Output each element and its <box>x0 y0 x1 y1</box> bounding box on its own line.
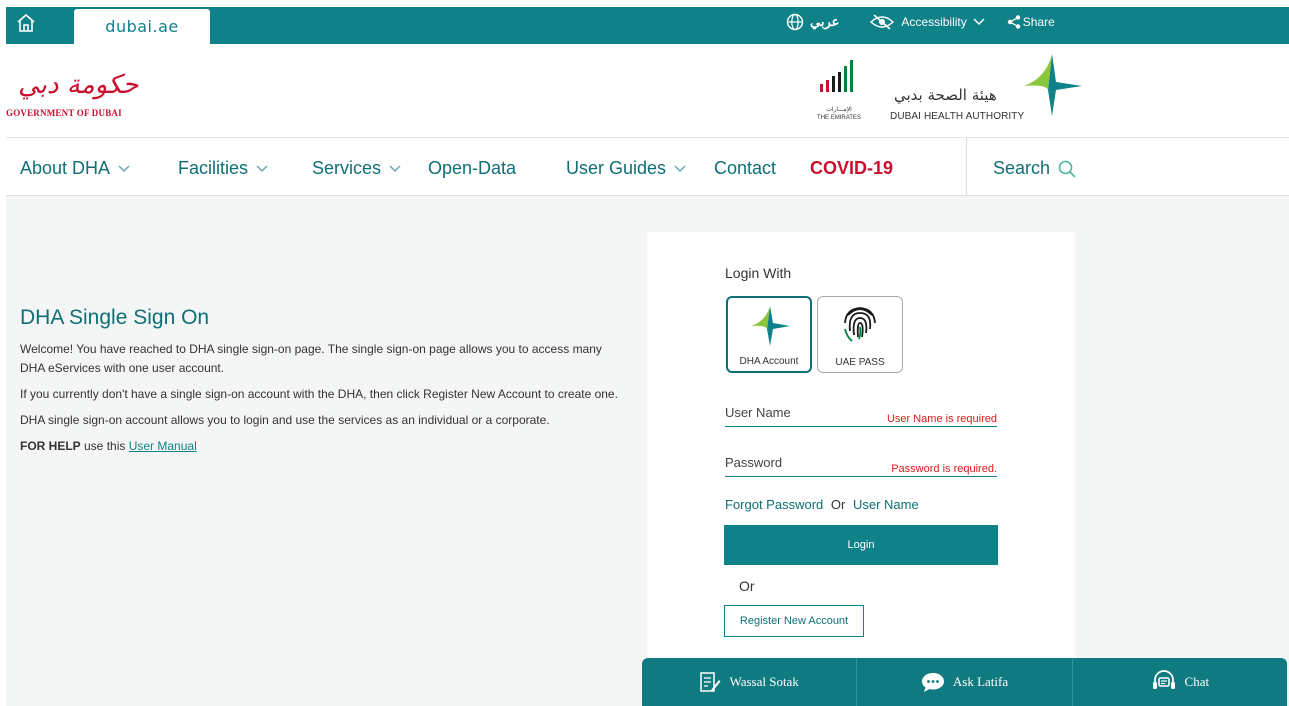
uae-emblem-icon <box>820 60 853 92</box>
nav-label: Services <box>312 158 382 178</box>
government-of-dubai-logo[interactable]: حكومة دبي GOVERNMENT OF DUBAI <box>6 70 146 130</box>
intro-paragraph: DHA single sign-on account allows you to… <box>20 413 550 427</box>
gov-logo-arabic: حكومة دبي <box>18 70 139 100</box>
arabic-label: عربي <box>810 14 840 29</box>
nav-covid-19[interactable]: COVID-19 <box>810 158 893 179</box>
nav-label: Contact <box>714 158 777 178</box>
uae-pass-option[interactable]: UAE PASS <box>817 296 903 373</box>
search-icon <box>1058 160 1076 178</box>
dubai-health-authority-logo[interactable]: هيئة الصحة بدبي DUBAI HEALTH AUTHORITY <box>886 54 1086 128</box>
accessibility-label: Accessibility <box>901 15 967 29</box>
top-utility-bar: dubai.ae عربي Accessibility Share <box>6 0 1289 44</box>
nav-divider <box>966 138 967 196</box>
nav-open-data[interactable]: Open-Data <box>428 158 516 179</box>
nav-user-guides[interactable]: User Guides <box>566 158 686 179</box>
forgot-username-link[interactable]: User Name <box>853 497 919 512</box>
headset-chat-icon <box>1152 670 1175 689</box>
username-input[interactable] <box>725 405 875 420</box>
search-button[interactable]: Search <box>993 158 1076 179</box>
uae-logo-english: THE EMIRATES <box>817 115 861 121</box>
document-edit-icon <box>700 672 721 692</box>
nav-label: Open-Data <box>428 158 517 178</box>
dha-logo-english: DUBAI HEALTH AUTHORITY <box>890 111 1025 122</box>
share-icon <box>1007 15 1020 29</box>
chat-label: Chat <box>1184 674 1210 689</box>
nav-services[interactable]: Services <box>312 158 401 179</box>
chat-button[interactable]: Chat <box>1073 658 1287 706</box>
chevron-down-icon <box>973 18 985 26</box>
wassal-sotak-button[interactable]: Wassal Sotak <box>642 658 858 706</box>
the-emirates-logo: الإمـــارات THE EMIRATES <box>812 58 866 128</box>
nav-label: COVID-19 <box>810 158 894 178</box>
ask-latifa-button[interactable]: Ask Latifa <box>857 658 1073 706</box>
gov-logo-english: GOVERNMENT OF DUBAI <box>6 108 122 118</box>
login-card: Login With DHA Account UAE PASS User Nam… <box>647 232 1075 706</box>
intro-section: DHA Single Sign On Welcome! You have rea… <box>20 306 620 463</box>
chevron-down-icon <box>674 164 686 172</box>
dubai-ae-label: dubai.ae <box>105 17 179 36</box>
home-icon[interactable] <box>12 9 40 37</box>
or-separator: Or <box>739 578 755 594</box>
dha-logo-arabic: هيئة الصحة بدبي <box>894 86 997 104</box>
chat-bubble-icon <box>921 673 944 692</box>
language-toggle[interactable]: عربي <box>786 13 839 31</box>
nav-facilities[interactable]: Facilities <box>178 158 268 179</box>
login-with-label: Login With <box>725 265 792 281</box>
dubai-ae-tab[interactable]: dubai.ae <box>74 9 210 44</box>
header: حكومة دبي GOVERNMENT OF DUBAI الإمـــارا… <box>6 44 1289 137</box>
password-input[interactable] <box>725 455 875 470</box>
dha-account-label: DHA Account <box>739 356 799 367</box>
password-field[interactable]: Password is required. <box>725 455 997 477</box>
register-new-account-button[interactable]: Register New Account <box>724 605 864 637</box>
forgot-password-link[interactable]: Forgot Password <box>725 497 823 512</box>
username-field[interactable]: User Name is required <box>725 405 997 427</box>
uae-logo-arabic: الإمـــارات <box>826 107 852 113</box>
ask-latifa-label: Ask Latifa <box>952 674 1009 689</box>
dha-account-option[interactable]: DHA Account <box>726 296 812 373</box>
nav-label: Facilities <box>178 158 249 178</box>
forgot-credentials: Forgot Password Or User Name <box>725 497 919 512</box>
dha-star-icon <box>1024 54 1082 116</box>
page-title: DHA Single Sign On <box>20 306 210 329</box>
main-navigation: About DHA Facilities Services Open-Data … <box>6 137 1289 196</box>
wassal-sotak-label: Wassal Sotak <box>729 674 799 689</box>
fingerprint-icon <box>844 307 876 342</box>
nav-label: User Guides <box>566 158 667 178</box>
share-label: Share <box>1022 15 1055 29</box>
password-error: Password is required. <box>891 463 997 475</box>
bottom-help-bar: Wassal Sotak Ask Latifa Chat <box>642 658 1287 706</box>
intro-paragraph: If you currently don't have a single sig… <box>20 387 618 401</box>
help-bold: FOR HELP <box>20 439 81 453</box>
chevron-down-icon <box>118 164 130 172</box>
or-text: Or <box>830 497 846 512</box>
accessibility-menu[interactable]: Accessibility <box>869 14 985 30</box>
uae-pass-label: UAE PASS <box>835 357 885 368</box>
chevron-down-icon <box>389 164 401 172</box>
chevron-down-icon <box>256 164 268 172</box>
nav-label: About DHA <box>20 158 111 178</box>
share-button[interactable]: Share <box>1007 15 1055 29</box>
user-manual-link[interactable]: User Manual <box>129 439 197 453</box>
nav-contact[interactable]: Contact <box>714 158 776 179</box>
intro-paragraph: Welcome! You have reached to DHA single … <box>20 342 602 375</box>
dha-star-icon <box>751 306 790 346</box>
login-button[interactable]: Login <box>724 525 998 565</box>
search-label: Search <box>993 158 1051 178</box>
top-utility-links: عربي Accessibility Share <box>786 13 1077 31</box>
help-text: use this <box>80 439 129 453</box>
username-error: User Name is required <box>886 413 997 425</box>
globe-icon <box>786 13 804 31</box>
help-line: FOR HELP use this User Manual <box>20 437 620 456</box>
eye-slash-icon <box>870 14 895 30</box>
nav-about-dha[interactable]: About DHA <box>20 158 130 179</box>
